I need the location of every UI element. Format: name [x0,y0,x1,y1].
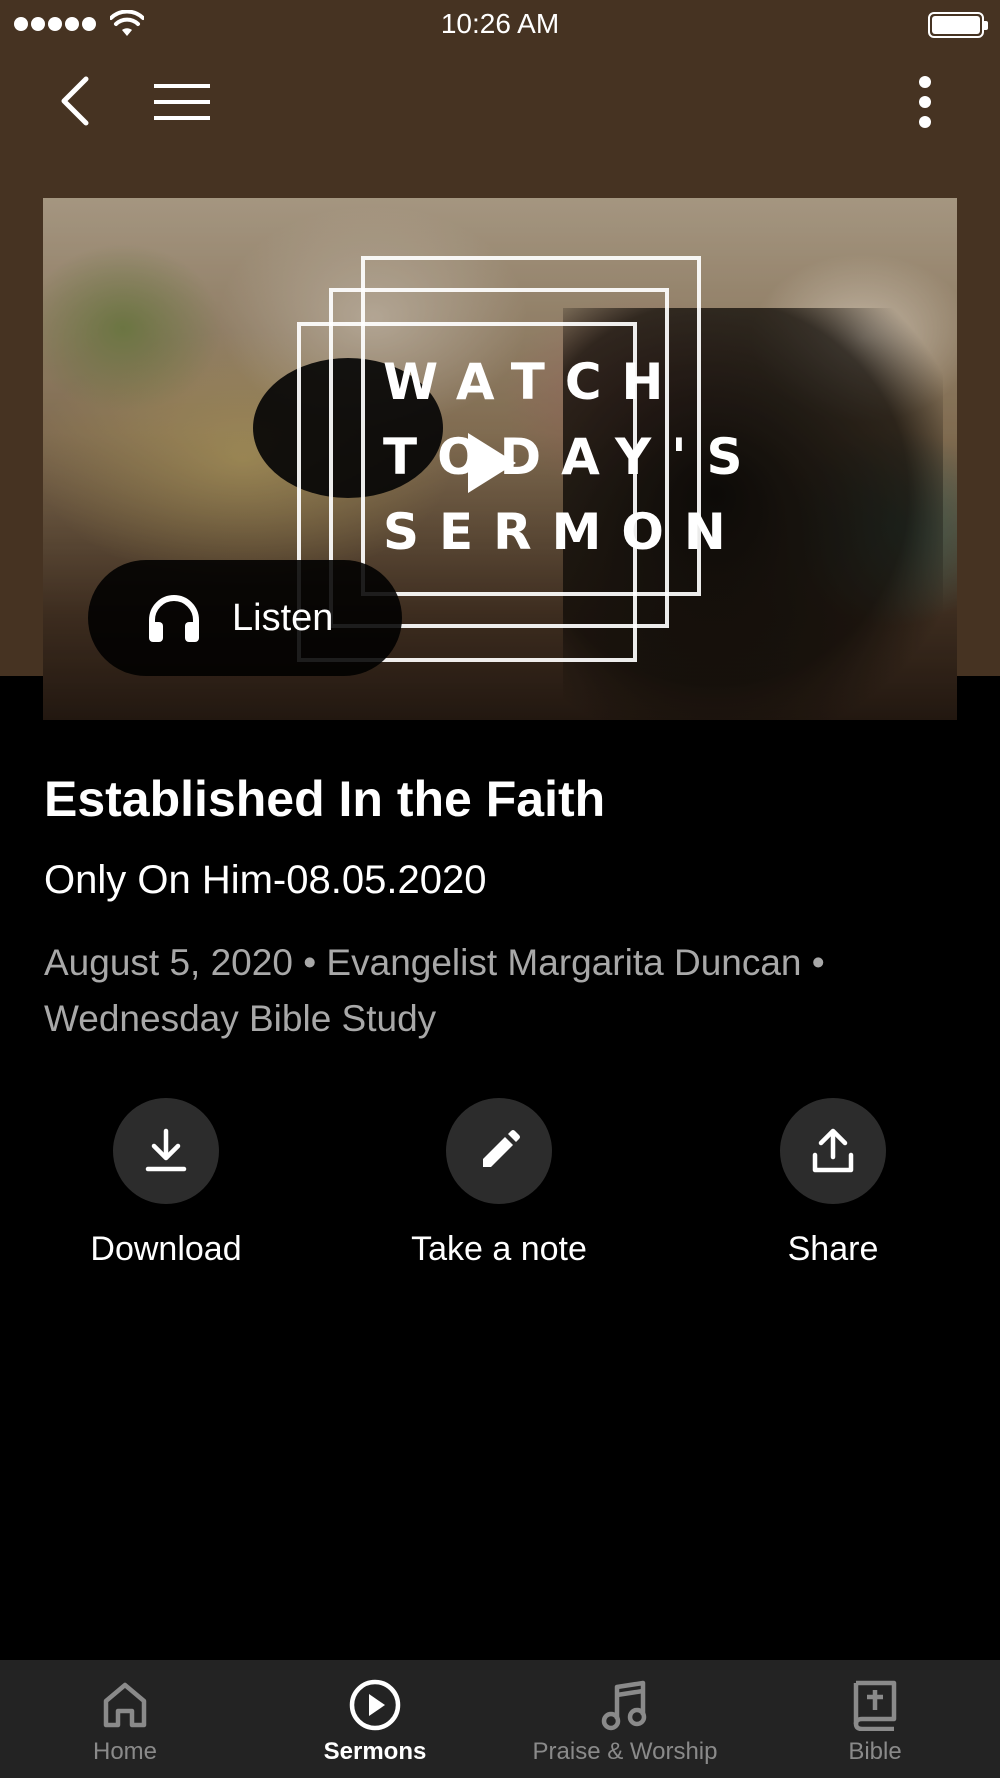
download-button[interactable]: Download [36,1098,296,1269]
take-a-note-button[interactable]: Take a note [369,1098,629,1269]
headphones-icon [146,590,202,646]
tab-sermons[interactable]: Sermons [250,1660,500,1778]
play-circle-icon [348,1678,402,1732]
listen-button[interactable]: Listen [88,560,402,676]
share-button[interactable]: Share [703,1098,963,1269]
home-icon [98,1678,152,1732]
sermon-subtitle: Only On Him-08.05.2020 [44,858,487,902]
music-note-icon [598,1678,652,1732]
hamburger-menu-icon [154,84,210,120]
tab-label: Sermons [323,1738,427,1765]
tab-praise-worship[interactable]: Praise & Worship [500,1660,750,1778]
sermon-meta: August 5, 2020 • Evangelist Margarita Du… [44,942,825,1039]
tab-label: Bible [848,1738,902,1765]
play-icon [468,433,516,493]
take-a-note-label: Take a note [411,1230,587,1268]
vertical-dots-icon [919,76,931,128]
listen-label: Listen [232,596,334,639]
more-options-button[interactable] [900,66,950,138]
play-button[interactable] [417,388,567,538]
sermon-title: Established In the Faith [44,771,606,827]
tab-home[interactable]: Home [0,1660,250,1778]
tab-bible[interactable]: Bible [750,1660,1000,1778]
status-bar: 10:26 AM [0,0,1000,50]
status-time: 10:26 AM [440,8,560,39]
tab-label: Praise & Worship [532,1738,718,1765]
battery-icon [928,12,988,38]
back-button[interactable] [44,66,104,136]
menu-button[interactable] [146,70,218,134]
bible-icon [848,1678,902,1732]
pencil-icon [483,1130,520,1167]
share-icon [812,1128,854,1173]
share-label: Share [787,1230,879,1268]
tab-label: Home [92,1738,158,1765]
bottom-tab-bar: Home Sermons Praise & Worship Bible [0,1660,1000,1778]
download-icon [145,1128,187,1172]
download-label: Download [90,1230,242,1268]
chevron-left-icon [61,76,89,126]
